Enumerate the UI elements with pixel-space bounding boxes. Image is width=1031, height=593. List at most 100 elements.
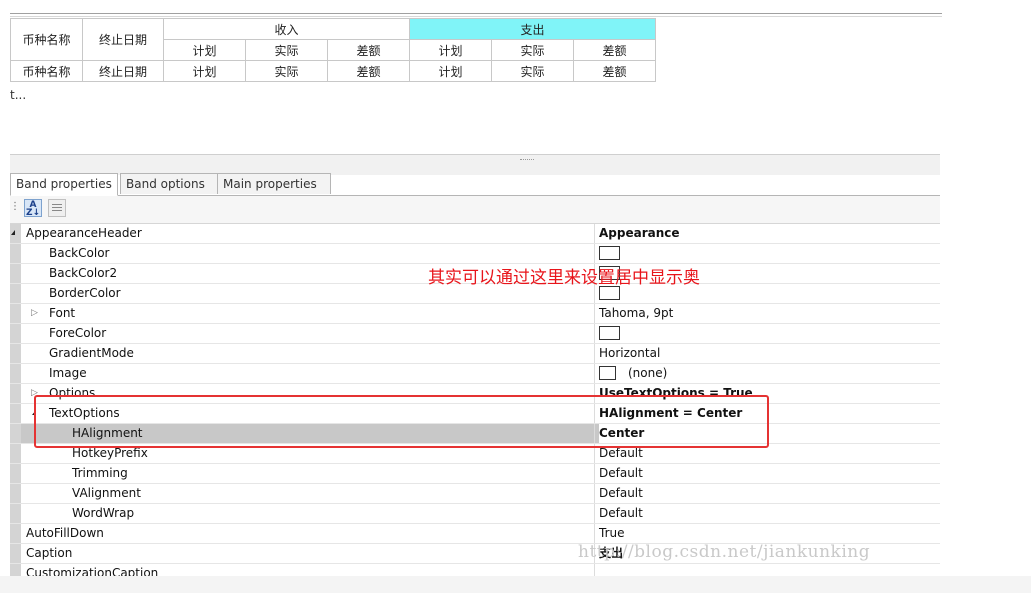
property-value[interactable]: Default <box>599 504 643 523</box>
data-cell[interactable]: 实际 <box>491 60 574 82</box>
row-gutter <box>10 404 21 423</box>
bottom-strip <box>0 576 1031 593</box>
property-name: Image <box>49 366 87 380</box>
tab-main-properties[interactable]: Main properties <box>217 173 331 194</box>
row-gutter <box>10 344 21 363</box>
data-cell[interactable]: 终止日期 <box>82 60 164 82</box>
income-diff-column[interactable]: 差额 <box>327 39 410 61</box>
column-divider <box>594 464 595 483</box>
property-name: AutoFillDown <box>26 526 104 540</box>
row-gutter <box>10 424 21 443</box>
property-name: WordWrap <box>72 506 135 520</box>
property-value[interactable]: True <box>599 524 625 543</box>
splitter-grip-icon[interactable] <box>520 159 534 162</box>
column-divider <box>594 564 595 576</box>
data-cell[interactable]: 计划 <box>409 60 492 82</box>
property-name: BackColor2 <box>49 266 118 280</box>
column-divider <box>594 484 595 503</box>
property-name: GradientMode <box>49 346 134 360</box>
column-divider <box>594 524 595 543</box>
property-value[interactable]: Appearance <box>599 224 680 243</box>
collapse-icon[interactable] <box>11 230 15 235</box>
row-gutter <box>10 504 21 523</box>
band-expense[interactable]: 支出 <box>409 18 656 40</box>
sort-az-icon[interactable]: A Z↓ <box>24 199 42 218</box>
tab-strip: Band properties Band options Main proper… <box>10 173 940 196</box>
band-income[interactable]: 收入 <box>163 18 410 40</box>
property-name: CustomizationCaption <box>26 566 159 576</box>
band-currency-name[interactable]: 币种名称 <box>10 18 83 61</box>
panel-splitter[interactable] <box>10 154 940 175</box>
property-row-valignment[interactable]: VAlignment Default <box>10 484 940 504</box>
expense-diff-column[interactable]: 差额 <box>573 39 656 61</box>
categorized-icon[interactable]: ⋮ <box>10 199 20 217</box>
row-gutter <box>10 244 21 263</box>
row-gutter <box>10 284 21 303</box>
color-swatch[interactable] <box>599 286 620 300</box>
property-row-forecolor[interactable]: ForeColor <box>10 324 940 344</box>
data-cell[interactable]: 币种名称 <box>10 60 83 82</box>
column-divider <box>594 504 595 523</box>
row-gutter <box>10 484 21 503</box>
property-row-gradientmode[interactable]: GradientMode Horizontal <box>10 344 940 364</box>
data-cell[interactable]: 差额 <box>327 60 410 82</box>
property-row-autofilldown[interactable]: AutoFillDown True <box>10 524 940 544</box>
property-row-backcolor[interactable]: BackColor <box>10 244 940 264</box>
description-icon[interactable] <box>48 199 66 217</box>
property-name: Caption <box>26 546 73 560</box>
property-row-wordwrap[interactable]: WordWrap Default <box>10 504 940 524</box>
tab-band-properties[interactable]: Band properties <box>10 173 118 196</box>
property-name: Font <box>49 306 76 320</box>
property-row-trimming[interactable]: Trimming Default <box>10 464 940 484</box>
property-toolbar: ⋮ A Z↓ <box>10 196 940 224</box>
watermark: http://blog.csdn.net/jiankunking <box>578 542 871 562</box>
band-header-table: 币种名称 终止日期 收入 支出 计划 实际 差额 计划 实际 差额 币种名称 终… <box>10 18 656 82</box>
tab-band-options[interactable]: Band options <box>120 173 218 194</box>
expense-plan-column[interactable]: 计划 <box>409 39 492 61</box>
highlight-box <box>34 395 769 448</box>
row-gutter <box>10 304 21 323</box>
income-actual-column[interactable]: 实际 <box>245 39 328 61</box>
property-value[interactable]: Tahoma, 9pt <box>599 304 673 323</box>
data-cell[interactable]: 差额 <box>573 60 656 82</box>
column-divider <box>594 244 595 263</box>
expand-icon[interactable]: ▷ <box>31 304 38 323</box>
property-value[interactable]: Default <box>599 484 643 503</box>
column-divider <box>594 224 595 243</box>
data-cell[interactable]: 计划 <box>163 60 246 82</box>
property-row-appearance-header[interactable]: AppearanceHeader Appearance <box>10 224 940 244</box>
grid-top-border-inner <box>10 16 942 17</box>
property-row-font[interactable]: ▷ Font Tahoma, 9pt <box>10 304 940 324</box>
image-preview-box[interactable] <box>599 366 616 380</box>
row-gutter <box>10 444 21 463</box>
row-gutter <box>10 544 21 563</box>
property-value[interactable]: (none) <box>628 364 667 383</box>
property-name: AppearanceHeader <box>26 226 142 240</box>
property-name: ForeColor <box>49 326 107 340</box>
color-swatch[interactable] <box>599 246 620 260</box>
property-name: BackColor <box>49 246 110 260</box>
data-cell[interactable]: 实际 <box>245 60 328 82</box>
property-name: Trimming <box>72 466 128 480</box>
property-row-image[interactable]: Image (none) <box>10 364 940 384</box>
property-name: BorderColor <box>49 286 121 300</box>
property-name: VAlignment <box>72 486 141 500</box>
property-value[interactable]: Default <box>599 464 643 483</box>
row-gutter <box>10 384 21 403</box>
column-divider <box>594 364 595 383</box>
row-gutter <box>10 524 21 543</box>
column-divider <box>594 324 595 343</box>
column-divider <box>594 304 595 323</box>
column-divider <box>594 344 595 363</box>
property-row-customizationcaption[interactable]: CustomizationCaption <box>10 564 940 576</box>
property-value[interactable]: Horizontal <box>599 344 660 363</box>
row-gutter <box>10 264 21 283</box>
row-gutter <box>10 324 21 343</box>
band-end-date[interactable]: 终止日期 <box>82 18 164 61</box>
row-gutter <box>10 364 21 383</box>
truncated-text: t... <box>10 88 27 102</box>
expense-actual-column[interactable]: 实际 <box>491 39 574 61</box>
annotation-note: 其实可以通过这里来设置居中显示奥 <box>428 268 700 288</box>
income-plan-column[interactable]: 计划 <box>163 39 246 61</box>
color-swatch[interactable] <box>599 326 620 340</box>
